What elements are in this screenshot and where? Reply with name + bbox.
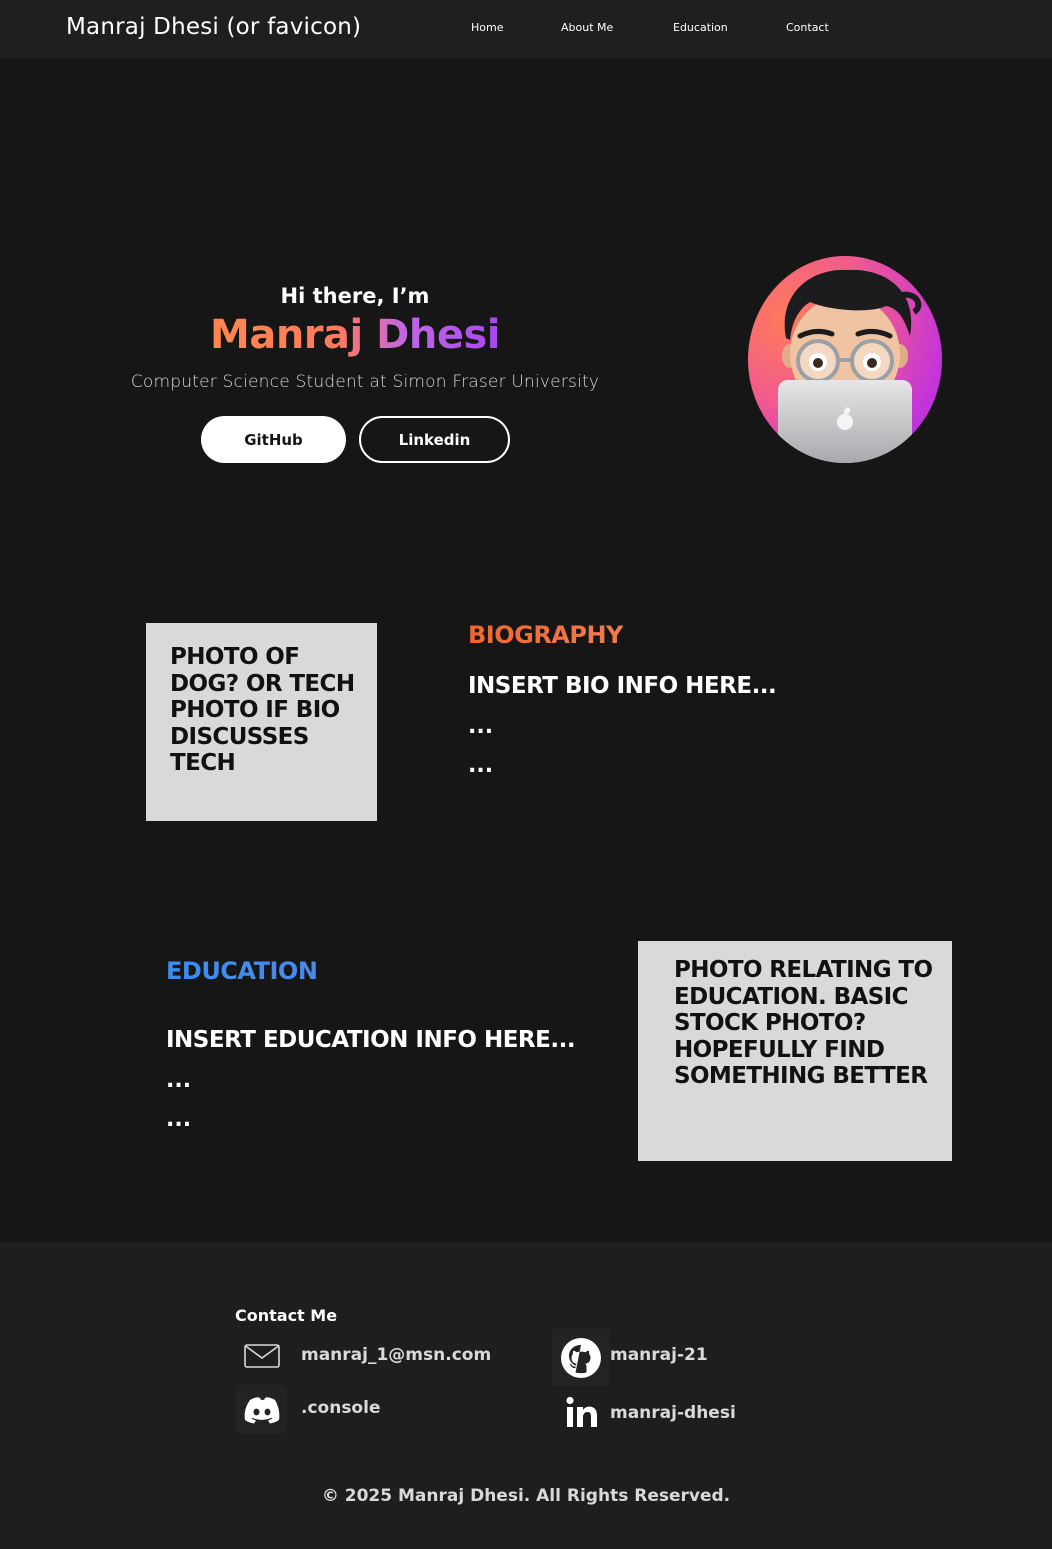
nav-link-contact[interactable]: Contact — [786, 21, 829, 34]
hero-greeting: Hi there, I’m — [280, 284, 430, 308]
contact-discord[interactable]: .console — [301, 1398, 380, 1418]
education-text: INSERT EDUCATION INFO HERE... — [166, 1027, 576, 1053]
nav-link-education[interactable]: Education — [673, 21, 728, 34]
mail-icon[interactable] — [238, 1338, 286, 1374]
nav-link-home[interactable]: Home — [471, 21, 503, 34]
avatar — [748, 256, 942, 463]
contact-title: Contact Me — [235, 1306, 338, 1325]
top-navbar: Manraj Dhesi (or favicon) Home About Me … — [0, 0, 1052, 58]
discord-icon[interactable] — [236, 1385, 287, 1434]
nav-link-about-me[interactable]: About Me — [561, 21, 613, 34]
contact-linkedin[interactable]: manraj-dhesi — [610, 1403, 736, 1423]
nav-links: Home About Me Education Contact — [0, 21, 1052, 37]
linkedin-button[interactable]: Linkedin — [359, 416, 510, 463]
hero-name: Manraj Dhesi — [180, 312, 530, 358]
education-dots-1: ... — [166, 1068, 192, 1093]
contact-email[interactable]: manraj_1@msn.com — [301, 1345, 491, 1365]
bio-heading: BIOGRAPHY — [468, 621, 623, 649]
bio-text: INSERT BIO INFO HERE... — [468, 673, 777, 699]
bio-dots-2: ... — [468, 753, 494, 778]
github-button[interactable]: GitHub — [201, 416, 346, 463]
education-photo-placeholder: PHOTO RELATING TO EDUCATION. BASIC STOCK… — [638, 941, 952, 1161]
memoji-laptop-icon — [778, 269, 922, 463]
bio-photo-placeholder: PHOTO OF DOG? OR TECH PHOTO IF BIO DISCU… — [146, 623, 377, 821]
copyright: © 2025 Manraj Dhesi. All Rights Reserved… — [321, 1486, 731, 1506]
bio-dots-1: ... — [468, 714, 494, 739]
contact-github[interactable]: manraj-21 — [610, 1345, 708, 1365]
education-heading: EDUCATION — [166, 957, 318, 985]
github-icon[interactable] — [552, 1329, 610, 1386]
linkedin-icon[interactable] — [558, 1388, 606, 1436]
hero-subtitle: Computer Science Student at Simon Fraser… — [130, 372, 600, 392]
education-dots-2: ... — [166, 1107, 192, 1132]
